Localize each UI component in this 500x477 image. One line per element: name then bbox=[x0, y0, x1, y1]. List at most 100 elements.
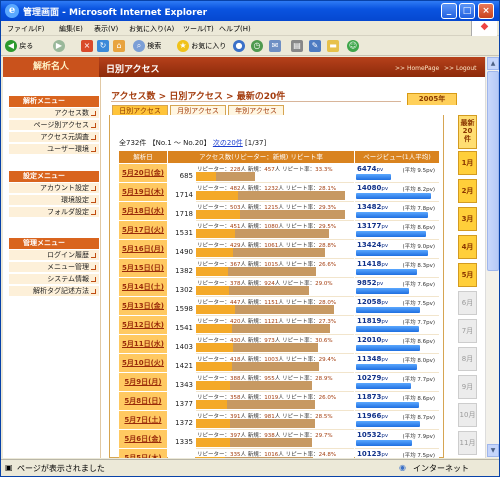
repeater-label: リピーター： bbox=[197, 300, 231, 306]
repeater-count: 335 bbox=[230, 452, 241, 458]
stop-button[interactable]: × bbox=[81, 39, 93, 53]
month-tab[interactable]: 2月 bbox=[458, 179, 477, 203]
vertical-scrollbar[interactable]: ▲ ▼ bbox=[485, 57, 499, 458]
date-link[interactable]: 5月5日(木) bbox=[119, 449, 167, 458]
month-tab[interactable]: 5月 bbox=[458, 263, 477, 287]
menu-tools[interactable]: ツール(T) bbox=[183, 24, 214, 34]
month-tab[interactable]: 3月 bbox=[458, 207, 477, 231]
month-tab[interactable]: 4月 bbox=[458, 235, 477, 259]
back-button[interactable]: ◀ 戻る bbox=[5, 39, 33, 53]
month-tab[interactable]: 1月 bbox=[458, 151, 477, 175]
media-button[interactable]: ● bbox=[233, 39, 245, 53]
minimize-button[interactable]: _ bbox=[441, 3, 457, 19]
month-tab[interactable]: 8月 bbox=[458, 347, 477, 371]
nav-item-environment[interactable]: 環境設定 bbox=[9, 195, 99, 206]
menu-edit[interactable]: 編集(E) bbox=[59, 24, 83, 34]
forward-button[interactable]: ▶ bbox=[53, 39, 65, 53]
repeater-count: 451 bbox=[230, 224, 241, 230]
date-link[interactable]: 5月20日(金) bbox=[119, 164, 167, 183]
folder-button[interactable]: ▬ bbox=[327, 39, 339, 53]
nav-item-account[interactable]: アカウント設定 bbox=[9, 183, 99, 194]
menu-favorites[interactable]: お気に入り(A) bbox=[129, 24, 174, 34]
scroll-up-icon[interactable]: ▲ bbox=[487, 57, 499, 70]
date-link[interactable]: 5月14日(土) bbox=[119, 278, 167, 297]
media-icon: ● bbox=[233, 40, 245, 52]
date-link[interactable]: 5月8日(日) bbox=[119, 392, 167, 411]
date-link[interactable]: 5月7日(土) bbox=[119, 411, 167, 430]
month-tab[interactable]: 7月 bbox=[458, 319, 477, 343]
date-link[interactable]: 5月19日(木) bbox=[119, 183, 167, 202]
pageview-unit: pv bbox=[381, 262, 389, 268]
new-label: 新規： bbox=[247, 300, 265, 306]
new-visitor-bar bbox=[228, 286, 309, 295]
table-row: 5月5日(木)1351リピーター：335人 新規：1016人 リピート率：24.… bbox=[119, 449, 439, 458]
home-button[interactable]: ⌂ bbox=[113, 39, 125, 53]
history-button[interactable]: ◷ bbox=[251, 39, 263, 53]
pageview-bar bbox=[356, 288, 409, 294]
pageview-cell: 11348pv (平均 8.0pv) bbox=[355, 354, 439, 373]
rate-label: リピート率： bbox=[282, 281, 316, 287]
date-link[interactable]: 5月16日(月) bbox=[119, 240, 167, 259]
new-label: 新規： bbox=[247, 262, 265, 268]
pageview-average: (平均 7.7pv) bbox=[402, 320, 435, 326]
month-tab[interactable]: 10月 bbox=[458, 403, 477, 427]
date-link[interactable]: 5月17日(火) bbox=[119, 221, 167, 240]
mail-button[interactable]: ✉ bbox=[269, 39, 281, 53]
new-count: 981 bbox=[264, 414, 275, 420]
repeater-bar bbox=[196, 172, 216, 181]
nav-item-login-history[interactable]: ログイン履歴 bbox=[9, 250, 99, 261]
repeater-label: リピーター： bbox=[197, 433, 231, 439]
repeat-rate: 29.3% bbox=[318, 205, 337, 211]
refresh-button[interactable]: ↻ bbox=[97, 39, 109, 53]
scroll-thumb[interactable] bbox=[487, 71, 499, 271]
date-link[interactable]: 5月15日(日) bbox=[119, 259, 167, 278]
repeater-label: リピーター： bbox=[197, 395, 231, 401]
month-tab[interactable]: 最新 20 件 bbox=[458, 115, 477, 149]
date-link[interactable]: 5月10日(火) bbox=[119, 354, 167, 373]
nav-item-folder[interactable]: フォルダ設定 bbox=[9, 207, 99, 218]
date-link[interactable]: 5月12日(木) bbox=[119, 316, 167, 335]
date-link[interactable]: 5月11日(水) bbox=[119, 335, 167, 354]
date-link[interactable]: 5月18日(水) bbox=[119, 202, 167, 221]
nav-item-tag-howto[interactable]: 解析タグ記述方法 bbox=[9, 286, 99, 297]
header-access: アクセス数(リピーター：新規) リピート率 bbox=[168, 151, 354, 163]
pageview-cell: 10123pv (平均 7.5pv) bbox=[355, 449, 439, 458]
nav-item-referrer[interactable]: アクセス元調査 bbox=[9, 132, 99, 143]
pageview-average: (平均 8.7pv) bbox=[402, 415, 435, 421]
repeater-bar bbox=[196, 305, 235, 314]
homepage-link[interactable]: >> HomePage bbox=[395, 65, 439, 72]
menu-help[interactable]: ヘルプ(H) bbox=[219, 24, 251, 34]
nav-item-user-env[interactable]: ユーザー環境 bbox=[9, 144, 99, 155]
menu-file[interactable]: ファイル(F) bbox=[7, 24, 45, 34]
maximize-button[interactable]: □ bbox=[459, 3, 475, 19]
search-button[interactable]: ⌕ 検索 bbox=[133, 39, 161, 53]
nav-item-access-count[interactable]: アクセス数 bbox=[9, 108, 99, 119]
next-page-link[interactable]: 次の20件 bbox=[213, 139, 243, 147]
date-link[interactable]: 5月6日(金) bbox=[119, 430, 167, 449]
date-link[interactable]: 5月13日(金) bbox=[119, 297, 167, 316]
messenger-button[interactable]: ☺ bbox=[347, 39, 359, 53]
menu-bar: ファイル(F) 編集(E) 表示(V) お気に入り(A) ツール(T) ヘルプ(… bbox=[1, 21, 499, 36]
nav-item-system-info[interactable]: システム情報 bbox=[9, 274, 99, 285]
scroll-down-icon[interactable]: ▼ bbox=[487, 444, 499, 457]
logout-link[interactable]: >> Logout bbox=[444, 65, 477, 72]
year-tab[interactable]: 2005年 bbox=[407, 93, 457, 105]
repeater-bar bbox=[196, 400, 228, 409]
edit-button[interactable]: ✎ bbox=[309, 39, 321, 53]
favorites-button[interactable]: ★ お気に入り bbox=[177, 39, 226, 53]
nav-heading-analysis: 解析メニュー bbox=[9, 96, 99, 107]
close-button[interactable]: × bbox=[478, 3, 494, 19]
new-visitor-bar bbox=[232, 362, 320, 371]
month-tab[interactable]: 9月 bbox=[458, 375, 477, 399]
menu-view[interactable]: 表示(V) bbox=[94, 24, 118, 34]
print-button[interactable]: ▤ bbox=[291, 39, 303, 53]
breadcrumb-divider bbox=[111, 101, 401, 102]
rate-label: リピート率： bbox=[282, 167, 316, 173]
month-tab[interactable]: 6月 bbox=[458, 291, 477, 315]
nav-item-page-access[interactable]: ページ別アクセス bbox=[9, 120, 99, 131]
date-link[interactable]: 5月9日(月) bbox=[119, 373, 167, 392]
stop-icon: × bbox=[81, 40, 93, 52]
nav-item-menu-admin[interactable]: メニュー管理 bbox=[9, 262, 99, 273]
month-tab[interactable]: 11月 bbox=[458, 431, 477, 455]
repeat-rate: 33.3% bbox=[315, 167, 333, 173]
